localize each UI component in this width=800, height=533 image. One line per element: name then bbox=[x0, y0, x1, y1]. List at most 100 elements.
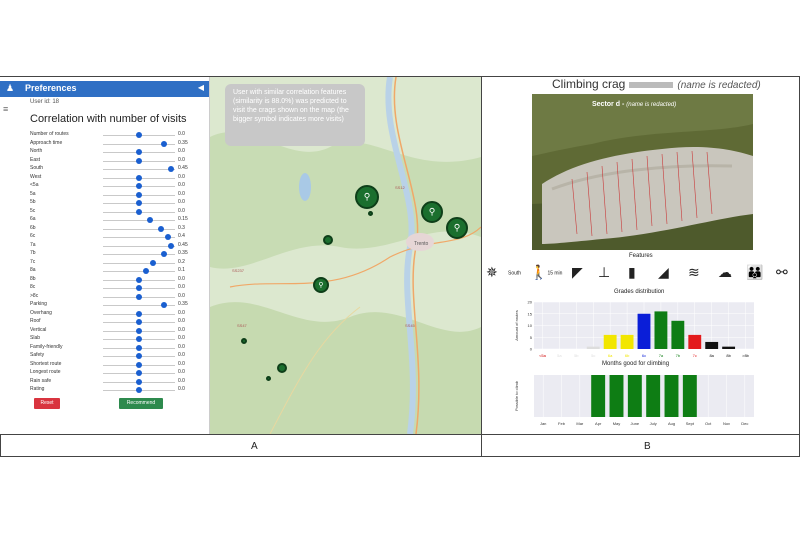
menu-icon[interactable]: ≡ bbox=[3, 104, 8, 114]
correlation-slider[interactable] bbox=[103, 228, 175, 230]
slider-knob[interactable] bbox=[136, 370, 142, 376]
correlation-label: 6a bbox=[30, 216, 36, 222]
slider-knob[interactable] bbox=[161, 140, 168, 147]
slider-knob[interactable] bbox=[161, 302, 168, 308]
slider-knob[interactable] bbox=[168, 166, 175, 172]
correlation-value: 0.35 bbox=[178, 139, 188, 146]
slider-knob[interactable] bbox=[136, 336, 142, 342]
climber-icon[interactable] bbox=[241, 338, 247, 344]
slider-knob[interactable] bbox=[136, 149, 142, 155]
correlation-value: 0.0 bbox=[178, 326, 185, 333]
slider-knob[interactable] bbox=[136, 353, 142, 359]
features-row: ✵ South 🚶15 min ◤ ⊥ ▮ ◢ ≋ ☁ 👪 ⚯ bbox=[486, 264, 796, 286]
correlation-slider[interactable] bbox=[103, 245, 175, 247]
correlation-row: Vertical 0.0 bbox=[30, 327, 205, 335]
correlation-label: Shortest route bbox=[30, 360, 62, 367]
months-xtick: Feb bbox=[558, 421, 566, 426]
feature-text: 15 min bbox=[547, 270, 563, 277]
grades-xtick: 7a bbox=[659, 353, 664, 358]
slider-knob[interactable] bbox=[136, 285, 142, 291]
correlation-row: 8c 0.0 bbox=[30, 284, 205, 292]
grades-chart-title: Grades distribution bbox=[614, 289, 665, 295]
slider-knob[interactable] bbox=[150, 259, 157, 266]
correlation-label: Number of routes bbox=[30, 131, 69, 137]
slider-knob[interactable] bbox=[136, 361, 142, 368]
correlation-row: <5a 0.0 bbox=[30, 182, 205, 190]
reset-button[interactable]: Reset bbox=[34, 398, 60, 409]
slider-knob[interactable] bbox=[136, 208, 142, 215]
slider-knob[interactable] bbox=[136, 387, 142, 393]
slider-knob[interactable] bbox=[136, 344, 142, 351]
slider-knob[interactable] bbox=[136, 191, 142, 198]
recommend-button[interactable]: Recommend bbox=[119, 398, 163, 409]
collapse-icon[interactable]: ◀ bbox=[198, 83, 204, 92]
bolt-icon: ⚯ bbox=[776, 264, 788, 280]
correlation-row: Slab 0.0 bbox=[30, 335, 205, 343]
months-plot-area bbox=[534, 375, 754, 417]
correlation-label: South bbox=[30, 165, 44, 171]
slider-knob[interactable] bbox=[157, 225, 164, 232]
correlation-label: Rating bbox=[30, 386, 45, 392]
slider-knob[interactable] bbox=[146, 217, 153, 223]
preferences-sidebar: ♟ Preferences ◀ ≡ User id: 18 Correlatio… bbox=[0, 77, 210, 434]
climber-icon[interactable] bbox=[323, 235, 333, 245]
correlation-row: 7c 0.2 bbox=[30, 259, 205, 267]
family-icon: 👪 bbox=[746, 264, 764, 280]
climber-icon[interactable]: ⚲ bbox=[421, 201, 443, 223]
grades-xtick: 7c bbox=[693, 353, 697, 358]
grades-xtick: 5b bbox=[574, 353, 579, 358]
slider-knob[interactable] bbox=[168, 242, 175, 249]
slider-knob[interactable] bbox=[136, 327, 142, 334]
panel-b: Climbing crag (name is redacted) Sector d… bbox=[482, 77, 800, 434]
rope-icon: ≋ bbox=[688, 264, 700, 280]
slider-knob[interactable] bbox=[136, 132, 142, 138]
slider-knob[interactable] bbox=[136, 319, 142, 325]
panel-a: ♟ Preferences ◀ ≡ User id: 18 Correlatio… bbox=[0, 77, 481, 434]
months-bar bbox=[646, 375, 661, 417]
correlation-slider[interactable] bbox=[103, 262, 175, 264]
correlation-value: 0.1 bbox=[178, 267, 185, 273]
correlation-label: 8b bbox=[30, 275, 36, 282]
slider-knob[interactable] bbox=[143, 268, 150, 274]
slider-knob[interactable] bbox=[136, 310, 142, 317]
climber-icon[interactable]: ⚲ bbox=[355, 185, 379, 209]
correlation-value: 0.0 bbox=[178, 148, 185, 154]
correlation-label: North bbox=[30, 148, 43, 154]
climber-icon[interactable]: ⚲ bbox=[446, 217, 468, 239]
months-chart-title: Months good for climbing bbox=[602, 361, 670, 367]
slider-knob[interactable] bbox=[136, 293, 142, 300]
correlation-row: Approach time 0.35 bbox=[30, 140, 205, 148]
correlation-value: 0.45 bbox=[178, 241, 188, 248]
slider-knob[interactable] bbox=[161, 251, 168, 257]
svg-text:SS237: SS237 bbox=[232, 268, 245, 273]
grades-bar bbox=[688, 334, 702, 349]
correlation-value: 0.0 bbox=[178, 292, 185, 299]
sidebar-header: ♟ Preferences ◀ bbox=[0, 81, 209, 97]
svg-text:SS12: SS12 bbox=[395, 185, 406, 190]
correlation-slider[interactable] bbox=[103, 220, 175, 221]
correlation-row: Rain safe 0.0 bbox=[30, 378, 205, 386]
slider-knob[interactable] bbox=[136, 378, 142, 385]
correlation-slider[interactable] bbox=[103, 271, 175, 272]
correlation-value: 0.3 bbox=[178, 224, 185, 231]
correlation-row: Shortest route 0.0 bbox=[30, 361, 205, 369]
correlation-row: 5b 0.0 bbox=[30, 199, 205, 207]
sidebar-title: Preferences bbox=[25, 83, 77, 93]
correlation-slider[interactable] bbox=[103, 169, 175, 170]
grades-xtick: 6b bbox=[625, 353, 630, 358]
slider-knob[interactable] bbox=[136, 174, 142, 181]
slider-knob[interactable] bbox=[136, 157, 142, 164]
correlation-value: 0.0 bbox=[178, 156, 185, 163]
slider-knob[interactable] bbox=[136, 200, 142, 206]
correlation-value: 0.2 bbox=[178, 258, 185, 265]
slider-knob[interactable] bbox=[136, 276, 142, 283]
climber-icon[interactable] bbox=[277, 363, 287, 373]
correlation-row: 7a 0.45 bbox=[30, 242, 205, 250]
slider-knob[interactable] bbox=[164, 234, 171, 240]
correlation-value: 0.0 bbox=[178, 207, 185, 214]
climber-icon[interactable]: ⚲ bbox=[313, 277, 329, 293]
correlation-label: >8c bbox=[30, 292, 39, 299]
slider-knob[interactable] bbox=[136, 183, 142, 189]
climber-icon[interactable] bbox=[266, 376, 271, 381]
climber-icon[interactable] bbox=[368, 211, 373, 216]
